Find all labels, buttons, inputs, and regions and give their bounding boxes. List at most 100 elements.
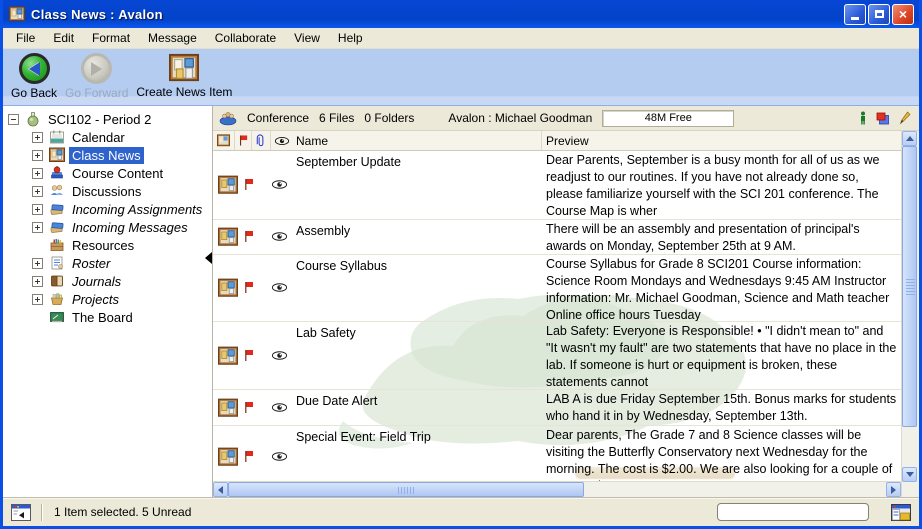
item-name[interactable]: September Update [293,151,542,219]
menu-edit[interactable]: Edit [44,29,83,47]
tree-item-journals[interactable]: Journals [3,272,212,290]
window-layout-icon[interactable] [891,504,911,521]
folders-count: 0 Folders [364,111,414,125]
maximize-button[interactable] [868,4,890,25]
scroll-up-button[interactable] [902,131,917,146]
menu-format[interactable]: Format [83,29,139,47]
tree-label[interactable]: Roster [69,255,113,272]
expand-box[interactable] [32,276,43,287]
create-news-item-label: Create News Item [136,85,232,99]
splitter-collapse-arrow[interactable] [205,252,212,264]
news-row-due-date-alert[interactable]: Due Date Alert LAB A is due Friday Septe… [213,390,901,426]
files-count: 6 Files [319,111,354,125]
notebooks-icon [49,219,65,235]
go-back-button[interactable]: Go Back [9,53,59,100]
scroll-left-button[interactable] [213,482,228,497]
news-row-assembly[interactable]: Assembly There will be an assembly and p… [213,220,901,255]
item-preview: LAB A is due Friday September 15th. Bonu… [542,390,901,425]
eye-icon[interactable] [271,402,288,413]
item-name[interactable]: Course Syllabus [293,255,542,321]
tree-label[interactable]: The Board [69,309,136,326]
column-attachment paperclip-icon[interactable] [252,131,271,150]
tree-item-incoming-messages[interactable]: Incoming Messages [3,218,212,236]
item-name[interactable]: Lab Safety [293,322,542,389]
tree-label[interactable]: Course Content [69,165,166,182]
news-row-course-syllabus[interactable]: Course Syllabus Course Syllabus for Grad… [213,255,901,322]
expand-box[interactable] [32,222,43,233]
tree-item-calendar[interactable]: Calendar [3,128,212,146]
pane-view-icon[interactable] [11,504,31,521]
pencil-icon[interactable] [899,111,911,125]
tree-label[interactable]: Calendar [69,129,128,146]
layers-icon[interactable] [876,112,890,125]
news-row-lab-safety[interactable]: Lab Safety Lab Safety: Everyone is Respo… [213,322,901,390]
menu-help[interactable]: Help [329,29,372,47]
expand-box[interactable] [32,204,43,215]
tree-label[interactable]: Incoming Assignments [69,201,205,218]
create-news-item-button[interactable]: Create News Item [134,53,234,99]
news-row-september-update[interactable]: September Update Dear Parents, September… [213,151,901,220]
expand-box[interactable] [32,258,43,269]
eye-icon[interactable] [271,350,288,361]
red-flag-icon [243,348,255,363]
tree-item-sci102[interactable]: SCI102 - Period 2 [3,110,212,128]
tree-label[interactable]: Resources [69,237,137,254]
go-forward-button[interactable]: Go Forward [63,53,130,100]
person-icon[interactable] [859,111,867,125]
close-button[interactable]: × [892,4,914,25]
content-pane: Conference 6 Files 0 Folders Avalon : Mi… [213,106,919,497]
menu-message[interactable]: Message [139,29,206,47]
tree-item-roster[interactable]: Roster [3,254,212,272]
tree-label-selected[interactable]: Class News [69,147,144,164]
tree-label[interactable]: SCI102 - Period 2 [45,111,154,128]
tree-item-course-content[interactable]: Course Content [3,164,212,182]
menu-collaborate[interactable]: Collaborate [206,29,285,47]
tree-item-projects[interactable]: Projects [3,290,212,308]
expand-box[interactable] [32,132,43,143]
vertical-scroll-track[interactable] [902,146,919,467]
horizontal-scroll-thumb[interactable] [228,482,584,497]
eye-icon[interactable] [271,231,288,242]
tree-item-discussions[interactable]: Discussions [3,182,212,200]
expand-box[interactable] [32,150,43,161]
journal-icon [49,273,65,289]
column-preview[interactable]: Preview [542,131,901,150]
tree-label[interactable]: Discussions [69,183,144,200]
vertical-scroll-thumb[interactable] [902,146,917,427]
column-flag flag-icon[interactable] [235,131,252,150]
tree-item-resources[interactable]: Resources [3,236,212,254]
tree-label[interactable]: Journals [69,273,124,290]
tree-label[interactable]: Incoming Messages [69,219,191,236]
expand-box[interactable] [32,186,43,197]
vertical-scrollbar[interactable] [901,131,919,497]
tree-label[interactable]: Projects [69,291,122,308]
horizontal-scrollbar[interactable] [213,481,901,497]
tree-item-the-board[interactable]: The Board [3,308,212,326]
collapse-box[interactable] [8,114,19,125]
tree-item-class-news[interactable]: Class News [3,146,212,164]
flask-icon [25,111,41,127]
eye-icon[interactable] [271,282,288,293]
expand-box[interactable] [32,294,43,305]
column-name[interactable]: Name [293,131,542,150]
titlebar: Class News : Avalon × [3,0,919,28]
status-divider [41,504,42,521]
expand-box[interactable] [32,168,43,179]
column-item-icon[interactable] [213,131,235,150]
column-read-status eye-icon[interactable] [271,131,293,150]
scroll-down-button[interactable] [902,467,917,482]
minimize-button[interactable] [844,4,866,25]
status-bar: 1 Item selected. 5 Unread [3,497,919,526]
horizontal-scroll-track[interactable] [228,482,886,497]
item-name[interactable]: Due Date Alert [293,390,542,425]
news-row-special-event-field-trip[interactable]: Special Event: Field Trip Dear parents, … [213,426,901,481]
item-name[interactable]: Assembly [293,220,542,254]
eye-icon[interactable] [271,179,288,190]
item-name[interactable]: Special Event: Field Trip [293,426,542,481]
eye-icon[interactable] [271,451,288,462]
menu-view[interactable]: View [285,29,329,47]
tree-item-incoming-assignments[interactable]: Incoming Assignments [3,200,212,218]
scroll-right-button[interactable] [886,482,901,497]
menu-file[interactable]: File [7,29,44,47]
bulletin-board-icon [218,447,238,467]
